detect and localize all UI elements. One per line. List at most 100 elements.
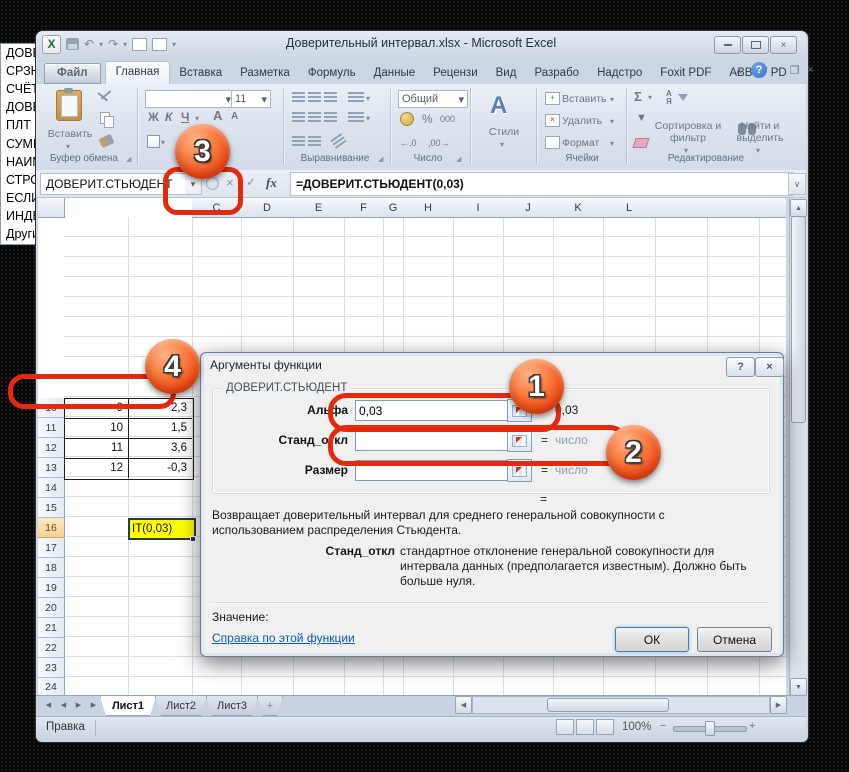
align-bottom-icon[interactable] xyxy=(324,92,337,102)
cell-styles-icon[interactable]: А xyxy=(490,92,507,120)
row-header[interactable]: 11 xyxy=(38,418,65,438)
tab-review[interactable]: Рецензи xyxy=(424,63,486,84)
ok-button[interactable]: ОК xyxy=(615,627,689,652)
scroll-down-icon[interactable]: ▼ xyxy=(790,678,807,696)
row-header[interactable]: 17 xyxy=(38,538,65,558)
row-header[interactable]: 22 xyxy=(38,638,65,658)
column-header-e[interactable]: E xyxy=(293,198,345,218)
tab-addins[interactable]: Надстро xyxy=(588,63,651,84)
scroll-left-icon[interactable]: ◀ xyxy=(455,696,472,714)
select-all-corner[interactable] xyxy=(38,198,65,218)
tab-view[interactable]: Вид xyxy=(487,63,526,84)
cell-b11[interactable]: 1,5 xyxy=(131,418,187,438)
borders-dropdown-icon[interactable]: ▾ xyxy=(161,138,165,147)
maximize-button[interactable] xyxy=(742,36,769,54)
sort-filter-button[interactable]: Сортировка и фильтр xyxy=(650,120,726,144)
underline-button[interactable]: Ч xyxy=(181,110,189,124)
orientation-dropdown-icon[interactable]: ▾ xyxy=(366,94,370,103)
tab-data[interactable]: Данные xyxy=(365,63,425,84)
column-header-g[interactable]: G xyxy=(383,198,404,218)
cell-a13[interactable]: 12 xyxy=(67,458,123,478)
row-header-active[interactable]: 16 xyxy=(38,518,65,538)
autosum-button[interactable]: Σ xyxy=(634,89,642,104)
comma-style-button[interactable]: 000 xyxy=(440,114,455,124)
column-header-k[interactable]: K xyxy=(553,198,604,218)
font-size-select[interactable]: 11▾ xyxy=(231,90,271,108)
first-sheet-icon[interactable]: ◀ xyxy=(42,698,55,712)
merge-dropdown-icon[interactable]: ▾ xyxy=(366,114,370,123)
dialog-close-icon[interactable]: × xyxy=(755,357,784,377)
cell-a11[interactable]: 10 xyxy=(67,418,123,438)
delete-cells-button[interactable]: Удалить xyxy=(562,115,602,127)
page-break-view-icon[interactable] xyxy=(596,719,614,735)
excel-logo-icon[interactable]: X xyxy=(42,35,61,54)
qat-form-icon[interactable] xyxy=(152,38,167,51)
tab-file[interactable]: Файл xyxy=(44,63,101,84)
tab-developer[interactable]: Разрабо xyxy=(525,63,588,84)
tab-foxit[interactable]: Foxit PDF xyxy=(651,63,720,84)
insert-function-icon[interactable]: fx xyxy=(266,175,277,191)
align-top-icon[interactable] xyxy=(292,92,305,102)
normal-view-icon[interactable] xyxy=(556,719,574,735)
minimize-button[interactable] xyxy=(714,36,741,54)
qat-table-icon[interactable] xyxy=(132,38,147,51)
underline-dropdown-icon[interactable]: ▾ xyxy=(195,114,199,123)
column-header-i[interactable]: I xyxy=(453,198,504,218)
merge-center-icon[interactable] xyxy=(348,112,364,122)
column-header-j[interactable]: J xyxy=(503,198,554,218)
borders-icon[interactable] xyxy=(147,135,160,148)
row-header[interactable]: 20 xyxy=(38,598,65,618)
enter-entry-icon[interactable]: ✓ xyxy=(246,175,256,189)
paste-dropdown-icon[interactable]: ▾ xyxy=(66,142,70,151)
expand-formula-bar-icon[interactable]: ∨ xyxy=(788,173,806,195)
bold-button[interactable]: Ж xyxy=(148,110,159,124)
horizontal-scroll-thumb[interactable] xyxy=(547,698,669,712)
horizontal-scrollbar[interactable]: ◀ ▶ xyxy=(455,697,787,713)
vertical-scroll-thumb[interactable] xyxy=(791,216,806,423)
qat-customize-icon[interactable]: ▾ xyxy=(172,40,176,49)
close-button[interactable]: × xyxy=(770,36,797,54)
last-sheet-icon[interactable]: ▶ xyxy=(87,698,100,712)
prev-sheet-icon[interactable]: ◀ xyxy=(57,698,70,712)
alignment-launcher-icon[interactable]: ◢ xyxy=(378,156,386,164)
orientation-icon[interactable] xyxy=(348,92,364,102)
zoom-out-icon[interactable]: − xyxy=(660,720,666,732)
redo-icon[interactable]: ↷ xyxy=(108,36,118,52)
number-format-select[interactable]: Общий▾ xyxy=(398,90,468,108)
row-header[interactable]: 19 xyxy=(38,578,65,598)
sheet-tab-2[interactable]: Лист2 xyxy=(155,696,207,716)
italic-button[interactable]: К xyxy=(165,110,172,124)
scroll-up-icon[interactable]: ▲ xyxy=(790,199,807,217)
cell-a12[interactable]: 11 xyxy=(67,438,123,458)
increase-indent-icon[interactable] xyxy=(308,136,321,146)
align-right-icon[interactable] xyxy=(324,112,337,122)
format-cells-button[interactable]: Формат xyxy=(562,137,599,149)
percent-style-button[interactable]: % xyxy=(422,112,433,126)
row-header[interactable]: 14 xyxy=(38,478,65,498)
insert-cells-dropdown-icon[interactable]: ▾ xyxy=(610,95,614,104)
page-layout-view-icon[interactable] xyxy=(576,719,594,735)
column-header-f[interactable]: F xyxy=(344,198,384,218)
scroll-right-icon[interactable]: ▶ xyxy=(770,696,787,714)
format-cells-dropdown-icon[interactable]: ▾ xyxy=(610,139,614,148)
tab-home[interactable]: Главная xyxy=(105,61,171,84)
align-center-icon[interactable] xyxy=(308,112,321,122)
delete-cells-dropdown-icon[interactable]: ▾ xyxy=(610,117,614,126)
copy-icon[interactable] xyxy=(100,112,114,128)
fill-icon[interactable]: ▼ xyxy=(636,112,647,124)
paste-icon[interactable] xyxy=(56,90,82,121)
tab-page-layout[interactable]: Разметка xyxy=(231,63,299,84)
column-header-h[interactable]: H xyxy=(403,198,454,218)
styles-dropdown-icon[interactable]: ▾ xyxy=(500,140,504,149)
sheet-tab-3[interactable]: Лист3 xyxy=(206,696,258,716)
dialog-help-icon[interactable]: ? xyxy=(726,357,755,377)
cell-b12[interactable]: 3,6 xyxy=(131,438,187,458)
decrease-decimal-icon[interactable]: ,00→ xyxy=(428,138,450,148)
undo-dropdown-icon[interactable]: ▾ xyxy=(99,40,103,49)
decrease-indent-icon[interactable] xyxy=(292,136,305,146)
row-header[interactable]: 21 xyxy=(38,618,65,638)
row-header[interactable]: 15 xyxy=(38,498,65,518)
paste-button[interactable]: Вставить xyxy=(40,128,100,140)
autosum-dropdown-icon[interactable]: ▾ xyxy=(648,93,652,102)
row-header[interactable]: 12 xyxy=(38,438,65,458)
